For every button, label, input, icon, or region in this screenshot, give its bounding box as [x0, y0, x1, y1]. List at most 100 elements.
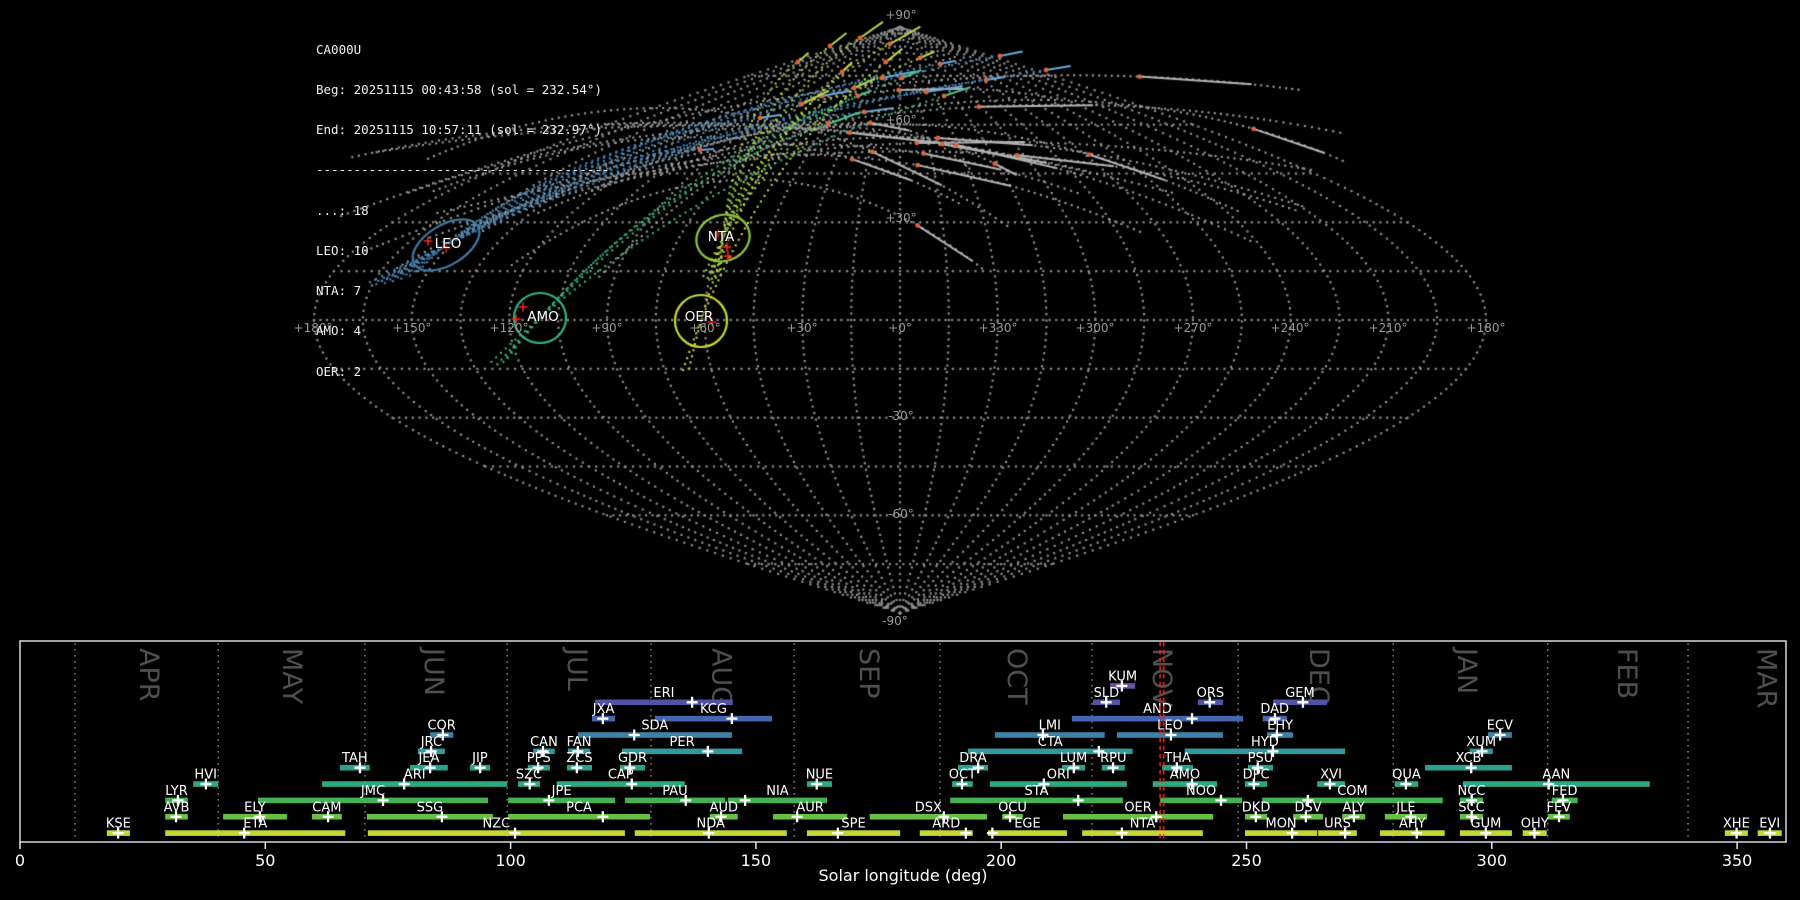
shower-label-hyd: HYD — [1251, 735, 1279, 750]
station-id: CA000U — [316, 41, 362, 57]
shower-label-sta: STA — [1024, 784, 1048, 799]
shower-label-dsx: DSX — [915, 800, 942, 815]
shower-label-nta: NTA — [1130, 817, 1156, 832]
shower-label-fed: FED — [1552, 784, 1578, 799]
count-amo: AMO: 4 — [316, 323, 362, 339]
shower-label-ege: EGE — [1014, 817, 1041, 832]
shower-label-cam: CAM — [312, 800, 341, 815]
shower-label-gdr: GDR — [618, 751, 647, 766]
month-label-jun: JUN — [418, 646, 449, 696]
shower-label-dpc: DPC — [1243, 768, 1270, 783]
shower-label-pau: PAU — [662, 784, 687, 799]
shower-label-nda: NDA — [697, 817, 726, 832]
app-window: +180° +150° +120° +90° +60° +30° +0° +330° +300°… — [0, 0, 1800, 900]
month-label-may: MAY — [276, 648, 307, 705]
shower-label-pca: PCA — [566, 800, 592, 815]
month-label-sep: SEP — [853, 648, 884, 698]
shower-label-xcb: XCB — [1456, 751, 1482, 766]
shower-label-eri: ERI — [653, 686, 674, 701]
count-oer: OER: 2 — [316, 363, 362, 379]
axis-tick-label: 250 — [1231, 851, 1262, 870]
shower-label-and: AND — [1143, 702, 1172, 717]
axis-tick-label: 0 — [15, 851, 25, 870]
shower-label-spe: SPE — [841, 817, 865, 832]
shower-label-sda: SDA — [641, 719, 668, 734]
shower-peak-marker-ege — [986, 827, 998, 839]
shower-label-xvi: XVI — [1320, 768, 1342, 783]
axis-tick-label: 150 — [741, 851, 772, 870]
timeline-chart: APR MAY JUN JUL AUG SEP OCT NOV DEC JAN FEB MARKUME… — [15, 640, 1787, 885]
shower-label-dra: DRA — [959, 751, 987, 766]
shower-label-ahy: AHY — [1399, 817, 1426, 832]
axis-tick-label: 100 — [495, 851, 526, 870]
count-leo: LEO: 10 — [316, 242, 369, 258]
shower-label-psu: PSU — [1248, 751, 1274, 766]
month-label-apr: APR — [133, 648, 164, 702]
shower-label-gem: GEM — [1285, 686, 1315, 701]
shower-label-lyr: LYR — [165, 784, 188, 799]
station-info-panel: CA000U Beg: 20251115 00:43:58 (sol = 232… — [316, 16, 610, 405]
shower-label-jle: JLE — [1395, 800, 1415, 815]
shower-label-eta: ETA — [243, 817, 267, 832]
shower-label-ard: ARD — [932, 817, 960, 832]
shower-peak-marker-nia — [739, 794, 751, 806]
count-sporadic: ...: 18 — [316, 202, 369, 218]
month-label-nov: NOV — [1146, 648, 1177, 708]
shower-label-aud: AUD — [710, 800, 738, 815]
shower-label-ocu: OCU — [998, 800, 1027, 815]
shower-label-kcg: KCG — [700, 702, 727, 717]
shower-peak-marker-per — [702, 745, 714, 757]
shower-label-dsv: DSV — [1294, 800, 1321, 815]
shower-label-noo: NOO — [1186, 784, 1216, 799]
observation-end: End: 20251115 10:57:11 (sol = 232.97°) — [316, 122, 602, 138]
month-label-aug: AUG — [706, 648, 737, 707]
shower-peak-marker-sda — [628, 729, 640, 741]
axis-tick-label: 350 — [1722, 851, 1753, 870]
shower-label-zcs: ZCS — [566, 751, 592, 766]
shower-label-ori: ORI — [1047, 768, 1070, 783]
shower-label-amo: AMO — [1170, 768, 1200, 783]
observation-begin: Beg: 20251115 00:43:58 (sol = 232.54°) — [316, 82, 602, 98]
shower-peak-marker-nzc — [509, 827, 521, 839]
axis-tick-label: 50 — [255, 851, 275, 870]
month-label-oct: OCT — [1001, 648, 1032, 705]
month-label-jan: JAN — [1451, 646, 1482, 694]
shower-label-fan: FAN — [567, 735, 592, 750]
shower-label-nia: NIA — [766, 784, 789, 799]
count-nta: NTA: 7 — [316, 283, 362, 299]
axis-tick-label: 300 — [1477, 851, 1508, 870]
shower-label-ehy: EHY — [1267, 719, 1293, 734]
shower-label-tah: TAH — [341, 751, 368, 766]
shower-peak-marker-nta — [1116, 827, 1128, 839]
separator: --------------------------------------- — [316, 162, 610, 178]
month-label-jul: JUL — [561, 646, 592, 691]
shower-label-ssg: SSG — [417, 800, 444, 815]
shower-label-com: COM — [1337, 784, 1368, 799]
shower-peak-marker-sta — [1072, 794, 1084, 806]
shower-peak-marker-ard — [960, 827, 972, 839]
shower-label-jmc: JMC — [360, 784, 385, 799]
month-label-feb: FEB — [1611, 648, 1642, 699]
shower-peak-marker-noo — [1215, 794, 1227, 806]
shower-label-cap: CAP — [608, 768, 634, 783]
shower-peak-marker-pca — [597, 811, 609, 823]
shower-label-cta: CTA — [1038, 735, 1063, 750]
shower-label-jpe: JPE — [551, 784, 572, 799]
shower-label-ari: ARI — [404, 768, 426, 783]
shower-label-urs: URS — [1324, 817, 1351, 832]
shower-peak-marker-and — [1186, 713, 1198, 725]
shower-peak-marker-eri — [686, 696, 698, 708]
shower-label-aan: AAN — [1542, 768, 1570, 783]
shower-label-aur: AUR — [796, 800, 823, 815]
shower-peak-marker-kcg — [726, 713, 738, 725]
shower-label-jea: JEA — [417, 751, 439, 766]
shower-label-oer: OER — [1124, 800, 1151, 815]
shower-label-nzc: NZC — [483, 817, 511, 832]
shower-label-cor: COR — [427, 719, 455, 734]
shower-label-per: PER — [670, 735, 695, 750]
shower-label-ely: ELY — [244, 800, 266, 815]
month-label-mar: MAR — [1751, 648, 1782, 709]
axis-tick-label: 200 — [986, 851, 1017, 870]
x-axis-title: Solar longitude (deg) — [819, 866, 988, 885]
shower-label-nue: NUE — [806, 768, 833, 783]
